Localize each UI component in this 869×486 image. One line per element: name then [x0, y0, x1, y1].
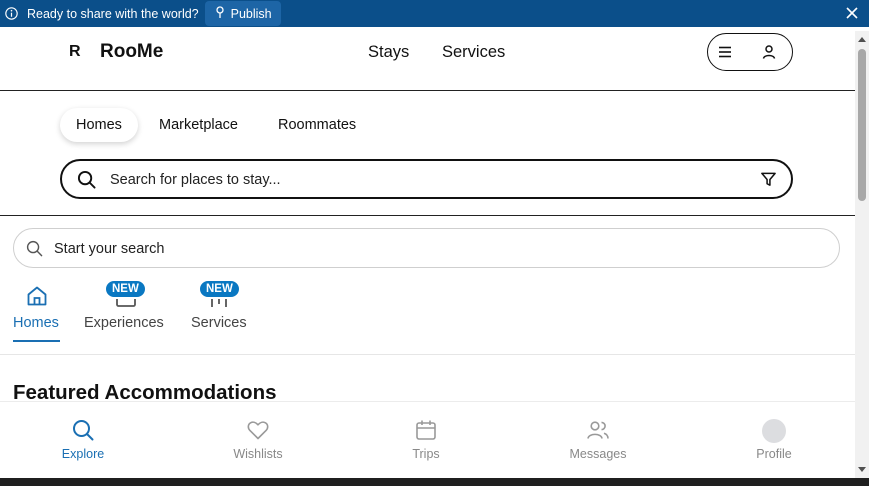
- info-icon: [5, 7, 18, 20]
- publish-label: Publish: [230, 6, 272, 21]
- tab-services[interactable]: NEW Services: [191, 278, 251, 342]
- nav-messages[interactable]: Messages: [548, 402, 648, 479]
- nav-wishlists-label: Wishlists: [233, 447, 283, 461]
- active-tab-indicator: [13, 340, 60, 342]
- nav-messages-label: Messages: [569, 447, 627, 461]
- users-icon: [586, 418, 610, 442]
- close-icon[interactable]: [845, 6, 859, 20]
- logo-text[interactable]: RooMe: [100, 41, 163, 63]
- heart-icon: [246, 418, 270, 442]
- avatar: [762, 419, 786, 443]
- filter-icon[interactable]: [760, 171, 777, 188]
- scroll-down-icon[interactable]: [858, 467, 866, 472]
- tab-homes[interactable]: Homes: [13, 278, 61, 342]
- calendar-icon: [414, 418, 438, 442]
- section-divider: [0, 215, 855, 216]
- search-icon: [71, 418, 95, 442]
- logo-mark[interactable]: R: [69, 43, 81, 61]
- nav-profile[interactable]: Profile: [724, 402, 824, 479]
- segment-marketplace[interactable]: Marketplace: [143, 108, 254, 142]
- nav-explore[interactable]: Explore: [33, 402, 133, 479]
- nav-trips[interactable]: Trips: [376, 402, 476, 479]
- publish-button[interactable]: Publish: [204, 1, 281, 26]
- search-icon: [77, 170, 96, 189]
- pin-icon: [215, 5, 225, 22]
- search-icon: [26, 240, 43, 257]
- segment-roommates[interactable]: Roommates: [262, 108, 372, 142]
- new-badge: NEW: [104, 279, 147, 299]
- nav-trips-label: Trips: [412, 447, 440, 461]
- start-search-bar[interactable]: Start your search: [13, 228, 840, 268]
- tabs-divider: [0, 354, 855, 355]
- nav-explore-label: Explore: [61, 447, 105, 461]
- publish-banner: Ready to share with the world? Publish: [0, 0, 869, 27]
- app-window: Ready to share with the world? Publish R…: [0, 0, 869, 486]
- nav-services[interactable]: Services: [442, 43, 505, 62]
- main-search-input[interactable]: Search for places to stay...: [110, 172, 281, 188]
- nav-wishlists[interactable]: Wishlists: [208, 402, 308, 479]
- bottom-navigation: Explore Wishlists Trips Messages Profile: [0, 401, 855, 478]
- tab-experiences-label: Experiences: [84, 315, 164, 331]
- start-search-input[interactable]: Start your search: [54, 241, 164, 257]
- segment-homes[interactable]: Homes: [60, 108, 138, 142]
- scrollbar-thumb[interactable]: [858, 49, 866, 201]
- nav-stays[interactable]: Stays: [368, 43, 409, 62]
- user-menu-button[interactable]: [707, 33, 793, 71]
- nav-profile-label: Profile: [756, 447, 792, 461]
- scroll-up-icon[interactable]: [858, 37, 866, 42]
- page-scrollbar[interactable]: [855, 31, 869, 478]
- hamburger-menu-icon: [718, 45, 732, 59]
- site-header: R RooMe Stays Services: [0, 31, 855, 91]
- home-icon: [25, 284, 49, 308]
- banner-message: Ready to share with the world?: [27, 6, 199, 21]
- tab-homes-label: Homes: [13, 315, 59, 331]
- main-search-bar[interactable]: Search for places to stay...: [60, 159, 793, 199]
- new-badge: NEW: [198, 279, 241, 299]
- tab-services-label: Services: [191, 315, 247, 331]
- window-bottom-bar: [0, 478, 869, 486]
- user-icon: [761, 44, 777, 60]
- tab-experiences[interactable]: NEW Experiences: [84, 278, 170, 342]
